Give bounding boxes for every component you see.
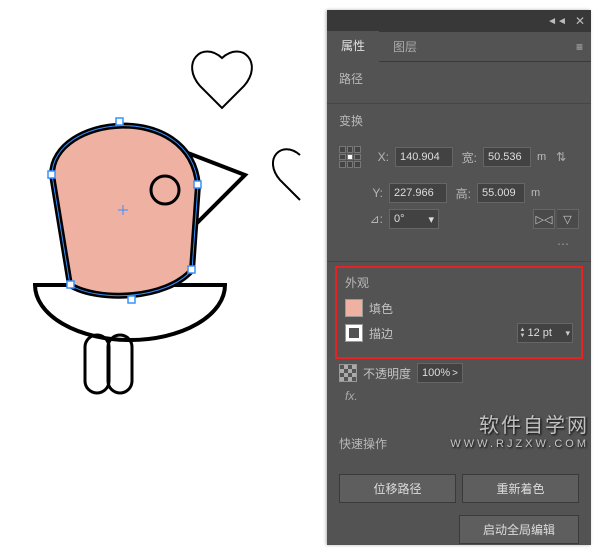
stroke-label: 描边 <box>369 325 393 342</box>
recolor-button[interactable]: 重新着色 <box>462 474 579 503</box>
angle-value: 0° <box>394 213 405 225</box>
opacity-swatch[interactable] <box>339 364 357 382</box>
flip-vertical-button[interactable]: ▽ <box>557 209 579 229</box>
fill-label: 填色 <box>369 300 393 317</box>
properties-panel: ◄◄ ✕ 属性 图层 ≡ 路径 变换 X: 宽: m ⇅ Y: 高: <box>327 10 591 545</box>
canvas-area[interactable] <box>0 0 327 545</box>
panel-menu-icon[interactable]: ≡ <box>576 40 591 54</box>
heart-shape-1 <box>192 52 252 108</box>
opacity-label: 不透明度 <box>363 365 411 382</box>
chevron-down-icon[interactable]: ▾ <box>563 328 570 339</box>
offset-path-button[interactable]: 位移路径 <box>339 474 456 503</box>
quick-buttons-row1: 位移路径 重新着色 <box>327 468 591 509</box>
fill-swatch[interactable] <box>345 299 363 317</box>
height-input[interactable] <box>477 183 525 203</box>
stroke-weight-value: 12 pt <box>527 327 563 339</box>
h-unit: m <box>531 187 540 199</box>
close-icon[interactable]: ✕ <box>575 14 585 28</box>
tab-properties[interactable]: 属性 <box>327 31 379 62</box>
transform-title: 变换 <box>339 112 579 129</box>
width-input[interactable] <box>483 147 531 167</box>
section-transform: 变换 X: 宽: m ⇅ Y: 高: m ⊿: 0° ▾ <box>327 104 591 262</box>
flip-horizontal-button[interactable]: ▷◁ <box>533 209 555 229</box>
w-unit: m <box>537 151 546 163</box>
bird-leg-2 <box>108 335 132 393</box>
opacity-input[interactable]: 100% > <box>417 363 463 383</box>
collapse-icon[interactable]: ◄◄ <box>547 16 567 27</box>
x-input[interactable] <box>395 147 453 167</box>
appearance-highlight: 外观 填色 描边 ▲▼ 12 pt ▾ <box>335 266 583 359</box>
global-edit-button[interactable]: 启动全局编辑 <box>459 515 579 544</box>
bird-head-selected[interactable] <box>52 126 198 296</box>
stroke-swatch[interactable] <box>345 324 363 342</box>
y-input[interactable] <box>389 183 447 203</box>
transform-more-icon[interactable]: ⋯ <box>339 235 579 253</box>
tab-layers[interactable]: 图层 <box>379 32 431 61</box>
path-label: 路径 <box>339 70 579 87</box>
h-label: 高: <box>453 185 471 202</box>
panel-tabs: 属性 图层 ≡ <box>327 32 591 62</box>
fx-label[interactable]: fx. <box>345 389 358 403</box>
appearance-more-icon[interactable]: ⋯ <box>339 409 579 427</box>
w-label: 宽: <box>459 149 477 166</box>
x-label: X: <box>371 150 389 164</box>
section-path: 路径 <box>327 62 591 104</box>
reference-point-grid[interactable] <box>339 146 361 168</box>
angle-select[interactable]: 0° ▾ <box>389 209 439 229</box>
heart-shape-2 <box>273 149 300 200</box>
bird-leg-1 <box>85 335 109 393</box>
link-wh-icon[interactable]: ⇅ <box>552 137 570 177</box>
panel-topbar: ◄◄ ✕ <box>327 10 591 32</box>
chevron-down-icon: ▾ <box>428 213 434 226</box>
stroke-weight-stepper[interactable]: ▲▼ 12 pt ▾ <box>517 323 573 343</box>
angle-label: ⊿: <box>365 212 383 226</box>
quick-title: 快速操作 <box>339 435 579 452</box>
section-quick: 快速操作 <box>327 427 591 468</box>
quick-buttons-row2: 启动全局编辑 <box>327 509 591 550</box>
y-label: Y: <box>365 186 383 200</box>
appearance-title: 外观 <box>345 274 573 291</box>
